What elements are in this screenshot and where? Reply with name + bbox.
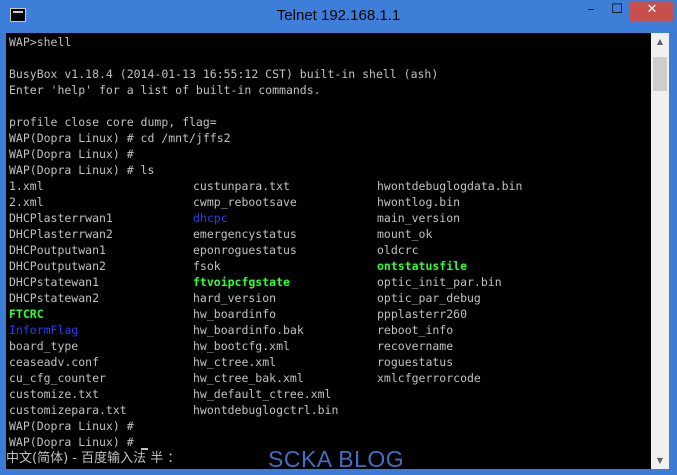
watermark-text: SCKA BLOG (268, 446, 405, 472)
close-button[interactable]: ✕ (630, 1, 674, 21)
file-entry: main_version (377, 211, 461, 225)
file-entry: eponroguestatus (193, 243, 297, 257)
file-entry: emergencystatus (193, 227, 297, 241)
file-entry: DHCPstatewan2 (9, 291, 100, 305)
terminal-line: Enter 'help' for a list of built-in comm… (9, 83, 321, 97)
terminal-line: profile close core dump, flag= (9, 115, 217, 129)
scroll-up-arrow-icon[interactable]: ▲ (651, 33, 669, 50)
file-entry: recovername (377, 339, 454, 353)
file-entry: hw_boardinfo.bak (193, 323, 304, 337)
file-entry: customizepara.txt (9, 403, 127, 417)
terminal-line: BusyBox v1.18.4 (2014-01-13 16:55:12 CST… (9, 67, 439, 81)
file-entry: customize.txt (9, 387, 100, 401)
ls-listing-row: DHCPstatewan1 ftvoipcfgstate optic_init_pa… (9, 274, 502, 290)
file-entry: DHCPlasterrwan1 (9, 211, 113, 225)
ls-listing-row: 2.xml cwmp_rebootsave hwontlog.bin (9, 194, 460, 210)
prompt-text: WAP(Dopra Linux) # (9, 435, 141, 449)
file-entry: hw_ctree.xml (193, 355, 277, 369)
ls-listing-row: InformFlag hw_boardinfo.bak reboot_info (9, 322, 453, 338)
file-entry: DHCPlasterrwan2 (9, 227, 113, 241)
ls-listing-row: customizepara.txt hwontdebuglogctrl.bin (9, 402, 438, 418)
ls-listing-row: DHCPlasterrwan2 emergencystatus mount_ok (9, 226, 438, 242)
file-entry: DHCPoutputwan1 (9, 243, 106, 257)
file-entry: mount_ok (377, 227, 433, 241)
file-entry: FTCRC (9, 307, 44, 321)
file-entry: dhcpc (193, 211, 228, 225)
file-entry: hw_bootcfg.xml (193, 339, 290, 353)
ls-listing-row: DHCPoutputwan1 eponroguestatus oldcrc (9, 242, 438, 258)
file-entry: ftvoipcfgstate (193, 275, 290, 289)
telnet-window: Telnet 192.168.1.1 – ☐ ✕ WAP>shell BusyBo… (0, 0, 677, 475)
file-entry: roguestatus (377, 355, 454, 369)
terminal-output: WAP>shell BusyBox v1.18.4 (2014-01-13 16:… (9, 34, 522, 450)
file-entry: hwontlog.bin (377, 195, 461, 209)
file-entry: ceaseadv.conf (9, 355, 100, 369)
file-entry: InformFlag (9, 323, 79, 337)
file-entry: hwontdebuglogctrl.bin (193, 403, 339, 417)
ls-listing-row: customize.txt hw_default_ctree.xml (9, 386, 438, 402)
file-entry: hwontdebuglogdata.bin (377, 179, 523, 193)
file-entry: 1.xml (9, 179, 44, 193)
terminal-line: WAP(Dopra Linux) # cd /mnt/jffs2 (9, 131, 231, 145)
scroll-down-arrow-icon[interactable]: ▼ (651, 452, 669, 469)
ime-status-bar[interactable]: 中文(简体) - 百度输入法 半 ： (6, 449, 180, 469)
scrollbar-thumb[interactable] (653, 57, 667, 91)
ls-listing-row: 1.xml custunpara.txt hwontdebuglogdata.bin (9, 178, 522, 194)
terminal-line: WAP(Dopra Linux) # ls (9, 163, 155, 177)
vertical-scrollbar[interactable]: ▲ ▼ (651, 33, 669, 469)
file-entry: oldcrc (377, 243, 419, 257)
file-entry: fsok (193, 259, 221, 273)
file-entry: custunpara.txt (193, 179, 290, 193)
ls-listing-row: cu_cfg_counter hw_ctree_bak.xml xmlcfgerro… (9, 370, 481, 386)
file-entry: DHCPstatewan1 (9, 275, 100, 289)
file-entry: DHCPoutputwan2 (9, 259, 106, 273)
file-entry: 2.xml (9, 195, 44, 209)
terminal-prompt-line: WAP(Dopra Linux) # (9, 419, 141, 433)
file-entry: hw_boardinfo (193, 307, 277, 321)
file-entry: cu_cfg_counter (9, 371, 106, 385)
ls-listing-row: DHCPoutputwan2 fsok ontstatusfile (9, 258, 467, 274)
file-entry: optic_par_debug (377, 291, 481, 305)
window-title: Telnet 192.168.1.1 (276, 7, 401, 24)
file-entry: hw_default_ctree.xml (193, 387, 332, 401)
ls-listing-row: ceaseadv.conf hw_ctree.xml roguestatus (9, 354, 453, 370)
file-entry: board_type (9, 339, 79, 353)
minimize-button[interactable]: – (578, 1, 604, 21)
ls-listing-row: board_type hw_bootcfg.xml recovername (9, 338, 453, 354)
ls-listing-row: DHCPstatewan2 hard_version optic_par_debug (9, 290, 481, 306)
terminal-line: WAP>shell (9, 35, 72, 49)
file-entry: cwmp_rebootsave (193, 195, 297, 209)
terminal-line: WAP(Dopra Linux) # (9, 147, 134, 161)
title-bar[interactable]: Telnet 192.168.1.1 – ☐ ✕ (0, 0, 677, 32)
ls-listing-row: FTCRC hw_boardinfo ppplasterr260 (9, 306, 467, 322)
file-entry: hard_version (193, 291, 277, 305)
file-entry: hw_ctree_bak.xml (193, 371, 304, 385)
file-entry: xmlcfgerrorcode (377, 371, 481, 385)
file-entry: ppplasterr260 (377, 307, 468, 321)
maximize-button[interactable]: ☐ (604, 1, 630, 21)
file-entry: ontstatusfile (377, 259, 468, 273)
file-entry: optic_init_par.bin (377, 275, 502, 289)
file-entry: reboot_info (377, 323, 454, 337)
ls-listing-row: DHCPlasterrwan1 dhcpc main_version (9, 210, 460, 226)
terminal-area[interactable]: WAP>shell BusyBox v1.18.4 (2014-01-13 16:… (6, 33, 651, 469)
